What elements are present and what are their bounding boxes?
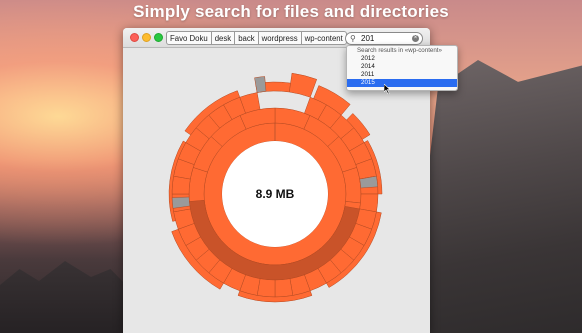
search-result-item[interactable]: 2011: [347, 71, 457, 79]
breadcrumb-item[interactable]: wp-content: [300, 31, 347, 45]
search-result-item[interactable]: 2012: [347, 55, 457, 63]
search-result-item-selected[interactable]: 2015: [347, 79, 457, 87]
breadcrumb-item[interactable]: wordpress: [257, 31, 302, 45]
mouse-pointer-icon: [384, 84, 391, 94]
clear-search-icon[interactable]: ×: [412, 35, 419, 42]
search-input[interactable]: ⚲ 201 ×: [345, 32, 423, 45]
search-results-header: Search results in «wp-content»: [357, 47, 442, 54]
breadcrumb-item[interactable]: Favo Doku: [166, 31, 212, 45]
sunburst-segment[interactable]: [274, 278, 294, 298]
zoom-button[interactable]: [154, 33, 163, 42]
sunburst-segment[interactable]: [289, 72, 318, 98]
background-mountain-right: [422, 60, 582, 333]
breadcrumb: Favo Doku desk back wordpress wp-content: [166, 31, 347, 45]
search-value: 201: [361, 34, 375, 43]
total-size-label: 8.9 MB: [256, 187, 295, 201]
background-mountain-left: [0, 261, 130, 333]
close-button[interactable]: [130, 33, 139, 42]
breadcrumb-item[interactable]: back: [234, 31, 259, 45]
search-results-dropdown: Search results in «wp-content» 2012 2014…: [346, 45, 458, 91]
tagline: Simply search for files and directories: [133, 2, 449, 21]
minimize-button[interactable]: [142, 33, 151, 42]
search-icon: ⚲: [350, 34, 356, 43]
sunburst-segment-other[interactable]: [254, 76, 267, 93]
search-result-item[interactable]: 2014: [347, 63, 457, 71]
breadcrumb-item[interactable]: desk: [210, 31, 236, 45]
